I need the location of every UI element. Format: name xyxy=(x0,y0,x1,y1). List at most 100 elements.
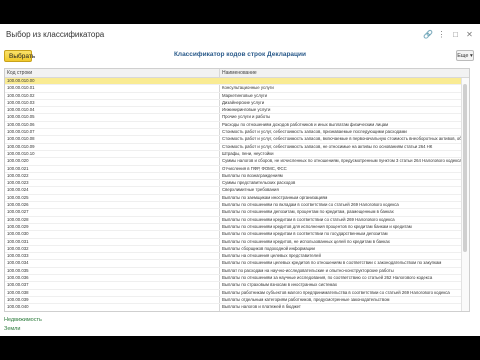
footer-link[interactable]: Земли xyxy=(4,326,42,332)
column-header-code[interactable]: Код строки xyxy=(7,70,32,76)
classifier-table: Код строки Наименование 100.00.010.00 100… xyxy=(4,68,470,312)
table-row[interactable]: 100.00.038 Выплаты работникам субъектов м… xyxy=(5,290,463,297)
table-row[interactable]: 100.00.035 Выплат по расходам на научно-и… xyxy=(5,267,463,276)
scrollbar-thumb[interactable] xyxy=(463,84,467,252)
table-row[interactable]: 100.00.024 Сверхлимитные требования xyxy=(5,187,463,195)
row-name: Суммы представительских расходов xyxy=(222,180,296,186)
vertical-scrollbar[interactable] xyxy=(461,78,469,311)
row-name: Выплаты по отношениям за научные исследо… xyxy=(222,275,433,281)
row-code: 100.00.010.07 xyxy=(7,129,35,135)
window-controls: 🔗 ⋮ □ ✕ xyxy=(423,29,474,40)
row-name: Суммы налогов и сборов, не исчисленных п… xyxy=(222,158,462,164)
row-code: 100.00.035 xyxy=(7,267,29,273)
row-code: 100.00.022 xyxy=(7,172,29,178)
row-name: Выплаты работникам субъектов малого пред… xyxy=(222,289,450,295)
table-row[interactable]: 100.00.039 Выплаты отдельным категориям р… xyxy=(5,296,463,305)
row-code: 100.00.010.01 xyxy=(7,85,35,91)
table-row[interactable]: 100.00.034 Выплаты по отношениям целевых … xyxy=(5,260,463,268)
table-row[interactable]: 100.00.029 Выплаты по отношениям кредитов… xyxy=(5,223,463,232)
row-code: 100.00.024 xyxy=(7,187,29,193)
table-row[interactable]: 100.00.010.09 Стоимость работ и услуг, се… xyxy=(5,144,463,151)
row-code: 100.00.010.04 xyxy=(7,107,35,113)
table-row[interactable]: 100.00.010.00 xyxy=(5,78,463,86)
row-code: 100.00.010.09 xyxy=(7,143,35,149)
row-name: Стоимость работ и услуг, себестоимость з… xyxy=(222,136,462,142)
row-name: Выплаты по вознаграждениям xyxy=(222,172,283,178)
table-row[interactable]: 100.00.027 Выплаты по отношениям депозита… xyxy=(5,209,463,217)
table-body: 100.00.010.00 100.00.010.01 Консультационн… xyxy=(5,78,463,311)
table-row[interactable]: 100.00.030 Выплаты по отношениям кредитам… xyxy=(5,231,463,239)
table-row[interactable]: 100.00.010.01 Консультационные услуги xyxy=(5,85,463,93)
row-name: Выплаты отдельным категориям работников,… xyxy=(222,296,390,302)
row-name: Стоимость работ и услуг, себестоимость з… xyxy=(222,143,433,149)
table-row[interactable]: 100.00.010.03 Дизайнерские услуги xyxy=(5,99,463,108)
row-code: 100.00.023 xyxy=(7,180,29,186)
row-name: Маркетинговые услуги xyxy=(222,92,268,98)
row-code: 100.00.036 xyxy=(7,275,29,281)
table-row[interactable]: 100.00.010.04 Инжиниринговые услуги xyxy=(5,107,463,115)
row-code: 100.00.010.05 xyxy=(7,114,35,120)
row-code: 100.00.031 xyxy=(7,238,29,244)
column-header-name[interactable]: Наименование xyxy=(222,70,257,76)
row-name: Расходы по отношениям доходов работников… xyxy=(222,121,389,127)
maximize-icon[interactable]: □ xyxy=(451,29,460,40)
titlebar: Выбор из классификатора 🔗 ⋮ □ ✕ xyxy=(0,24,480,48)
table-row[interactable]: 100.00.037 Выплаты по страховым взносам в… xyxy=(5,282,463,290)
footer-links: Недвижимость Земли xyxy=(4,317,42,335)
row-name: Инжиниринговые услуги xyxy=(222,107,271,113)
row-code: 100.00.020 xyxy=(7,158,29,164)
table-row[interactable]: 100.00.025 Выплаты по заемщикам иностранн… xyxy=(5,194,463,203)
table-row[interactable]: 100.00.022 Выплаты по вознаграждениям xyxy=(5,172,463,181)
footer-link[interactable]: Недвижимость xyxy=(4,317,42,323)
table-row[interactable]: 100.00.040 Выплаты налогов и платежей в б… xyxy=(5,304,463,311)
row-name: Выплаты по отношениям кредитам в соответ… xyxy=(222,216,395,222)
row-code: 100.00.010.03 xyxy=(7,99,35,105)
row-code: 100.00.030 xyxy=(7,231,29,237)
table-row[interactable]: 100.00.033 Выплаты на отношения целевых п… xyxy=(5,253,463,261)
row-name: Стоимость работ и услуг, себестоимость з… xyxy=(222,129,407,135)
row-name: Отчисления в ПФР, ФОМС, ФСС xyxy=(222,165,287,171)
row-name: Штрафы, пени, неустойки xyxy=(222,150,274,156)
row-code: 100.00.010.02 xyxy=(7,92,35,98)
link-icon[interactable]: 🔗 xyxy=(423,29,433,40)
row-name: Выплаты налогов и платежей в бюджет xyxy=(222,304,301,310)
table-row[interactable]: 100.00.026 Выплаты по отношениям по вклад… xyxy=(5,202,463,210)
table-row[interactable]: 100.00.028 Выплаты по отношениям кредитам… xyxy=(5,217,463,224)
row-code: 100.00.010.10 xyxy=(7,150,35,156)
toolbar: Выбрать Классификатор кодов строк Деклар… xyxy=(0,50,480,64)
row-code: 100.00.028 xyxy=(7,216,29,222)
table-row[interactable]: 100.00.021 Отчисления в ПФР, ФОМС, ФСС xyxy=(5,166,463,173)
row-name: Прочие услуги и работы xyxy=(222,114,271,120)
row-name: Дизайнерские услуги xyxy=(222,99,265,105)
row-name: Выплаты по отношениям кредитов для испол… xyxy=(222,223,412,229)
row-name: Выплаты по страховым взносам в иностранн… xyxy=(222,282,338,288)
close-icon[interactable]: ✕ xyxy=(465,29,474,40)
row-name: Выплаты по отношениям целевых кредитов п… xyxy=(222,260,442,266)
more-vert-icon[interactable]: ⋮ xyxy=(437,29,446,40)
row-name: Сверхлимитные требования xyxy=(222,187,279,193)
row-code: 100.00.033 xyxy=(7,253,29,259)
table-row[interactable]: 100.00.010.07 Стоимость работ и услуг, се… xyxy=(5,129,463,137)
table-header: Код строки Наименование xyxy=(5,69,469,78)
row-code: 100.00.025 xyxy=(7,194,29,200)
table-row[interactable]: 100.00.010.08 Стоимость работ и услуг, се… xyxy=(5,136,463,144)
row-code: 100.00.029 xyxy=(7,223,29,229)
row-name: Выплаты по отношениям кредитам в соответ… xyxy=(222,231,388,237)
table-row[interactable]: 100.00.036 Выплаты по отношениям за научн… xyxy=(5,275,463,283)
table-row[interactable]: 100.00.010.05 Прочие услуги и работы xyxy=(5,114,463,122)
table-row[interactable]: 100.00.010.06 Расходы по отношениям доход… xyxy=(5,121,463,130)
more-button[interactable]: Еще ▾ xyxy=(456,50,474,61)
table-row[interactable]: 100.00.020 Суммы налогов и сборов, не исч… xyxy=(5,158,463,166)
row-code: 100.00.027 xyxy=(7,209,29,215)
table-row[interactable]: 100.00.023 Суммы представительских расход… xyxy=(5,180,463,188)
row-code: 100.00.038 xyxy=(7,289,29,295)
table-row[interactable]: 100.00.032 Выплаты сборщиков подоходной и… xyxy=(5,246,463,254)
table-row[interactable]: 100.00.010.02 Маркетинговые услуги xyxy=(5,93,463,100)
dialog-window: Выбор из классификатора 🔗 ⋮ □ ✕ Выбрать … xyxy=(0,24,480,336)
table-row[interactable]: 100.00.031 Выплаты по отношениям кредитов… xyxy=(5,239,463,246)
row-name: Выплаты на отношения целевых представите… xyxy=(222,253,321,259)
row-name: Консультационные услуги xyxy=(222,85,274,91)
row-name: Выплат по расходам на научно-исследовате… xyxy=(222,267,394,273)
row-code: 100.00.010.00 xyxy=(7,78,35,83)
table-row[interactable]: 100.00.010.10 Штрафы, пени, неустойки xyxy=(5,150,463,159)
